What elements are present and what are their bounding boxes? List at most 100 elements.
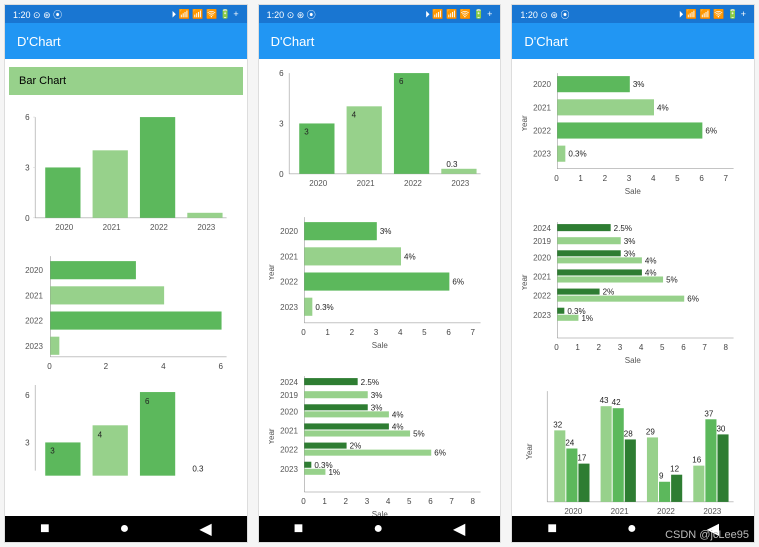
- nav-recent-icon[interactable]: ■: [40, 520, 50, 538]
- svg-text:12: 12: [670, 465, 679, 474]
- svg-text:1: 1: [322, 497, 327, 506]
- svg-text:4: 4: [639, 343, 644, 352]
- svg-text:2022: 2022: [533, 127, 551, 136]
- svg-text:0: 0: [25, 214, 30, 223]
- svg-text:0.3: 0.3: [446, 160, 458, 169]
- svg-text:4%: 4%: [645, 269, 657, 278]
- svg-text:4: 4: [386, 497, 391, 506]
- svg-text:4%: 4%: [657, 103, 669, 112]
- svg-text:2020: 2020: [25, 266, 43, 275]
- svg-text:0.3: 0.3: [192, 465, 204, 474]
- chart-vertical-grouped: 32 24 17 43 42 28 29 9 12 16 37 30 2020 …: [522, 381, 744, 516]
- svg-text:6%: 6%: [452, 278, 464, 287]
- nav-home-icon[interactable]: ●: [373, 520, 383, 538]
- chart-horizontal-grouped: 2.5% 3% 3% 4% 4% 5% 6% 2% 0.3% 1% 2024 2…: [269, 366, 491, 516]
- svg-text:5%: 5%: [666, 276, 678, 285]
- svg-text:3: 3: [279, 119, 284, 128]
- svg-text:3%: 3%: [633, 80, 645, 89]
- chart-vertical-labeled: 0 3 6 3 4 6 0.3 2020 2021 2022 2023: [269, 63, 491, 199]
- chart-vertical-labeled-partial: 6 3 3 4 6 0.3: [15, 385, 237, 476]
- svg-text:2021: 2021: [356, 179, 374, 188]
- svg-text:29: 29: [646, 428, 655, 437]
- svg-text:2023: 2023: [704, 507, 722, 516]
- svg-text:0: 0: [301, 328, 306, 337]
- svg-text:2022: 2022: [657, 507, 675, 516]
- svg-text:28: 28: [624, 430, 633, 439]
- svg-text:0: 0: [279, 170, 284, 179]
- svg-text:6: 6: [25, 113, 30, 122]
- svg-text:16: 16: [693, 456, 702, 465]
- status-bar: 1:20 ⊙ ⊛ ⦿ ⏵ 📶 📶 🛜 🔋 +: [512, 5, 754, 23]
- nav-home-icon[interactable]: ●: [120, 520, 130, 538]
- svg-text:1%: 1%: [328, 468, 340, 477]
- svg-text:6: 6: [145, 397, 150, 406]
- svg-text:5: 5: [407, 497, 412, 506]
- svg-text:42: 42: [612, 398, 621, 407]
- svg-text:4: 4: [398, 328, 403, 337]
- svg-text:6: 6: [700, 174, 705, 183]
- svg-text:2: 2: [104, 362, 109, 371]
- svg-text:2022: 2022: [25, 317, 43, 326]
- svg-text:24: 24: [566, 439, 575, 448]
- svg-text:30: 30: [717, 425, 726, 434]
- svg-text:2022: 2022: [404, 179, 422, 188]
- app-bar: D'Chart: [512, 23, 754, 59]
- svg-text:4: 4: [651, 174, 656, 183]
- svg-text:4: 4: [351, 110, 356, 119]
- chart-horizontal-grouped-2: 2.5% 3% 3% 4% 4% 5% 6% 2% 0.3% 1% 2024 2…: [522, 212, 744, 373]
- svg-text:7: 7: [703, 343, 708, 352]
- svg-text:9: 9: [659, 472, 664, 481]
- svg-text:6: 6: [399, 77, 404, 86]
- phone-screen-2: 1:20 ⊙ ⊛ ⦿ ⏵ 📶 📶 🛜 🔋 + D'Chart 0 3 6 3 4…: [258, 4, 502, 543]
- svg-text:4%: 4%: [392, 423, 404, 432]
- svg-text:Year: Year: [525, 443, 534, 460]
- svg-text:Sale: Sale: [371, 510, 388, 516]
- nav-back-icon[interactable]: ◀: [453, 519, 465, 539]
- svg-text:0.3%: 0.3%: [315, 303, 333, 312]
- svg-text:2022: 2022: [280, 278, 298, 287]
- nav-recent-icon[interactable]: ■: [294, 520, 304, 538]
- svg-text:0: 0: [301, 497, 306, 506]
- svg-text:4: 4: [98, 430, 103, 439]
- phone-screen-3: 1:20 ⊙ ⊛ ⦿ ⏵ 📶 📶 🛜 🔋 + D'Chart 3% 4% 6% …: [511, 4, 755, 543]
- svg-text:4%: 4%: [392, 411, 404, 420]
- svg-text:5: 5: [675, 174, 680, 183]
- svg-text:2019: 2019: [280, 391, 298, 400]
- svg-text:3: 3: [618, 343, 623, 352]
- svg-text:2%: 2%: [603, 288, 615, 297]
- app-bar: D'Chart: [259, 23, 501, 59]
- app-bar: D'Chart: [5, 23, 247, 59]
- svg-text:32: 32: [554, 421, 563, 430]
- svg-text:2020: 2020: [309, 179, 327, 188]
- nav-recent-icon[interactable]: ■: [547, 520, 557, 538]
- chart-horizontal-labeled-pct-2: 3% 4% 6% 0.3% 2020 2021 2022 2023 012 34…: [522, 63, 744, 204]
- chart-vertical-basic: 0 3 6 2020 2021 2022 2023: [15, 107, 237, 238]
- svg-text:5: 5: [660, 343, 665, 352]
- svg-text:37: 37: [705, 410, 714, 419]
- svg-text:6: 6: [25, 391, 30, 400]
- svg-text:2022: 2022: [533, 292, 551, 301]
- svg-text:3%: 3%: [370, 391, 382, 400]
- svg-text:3: 3: [50, 446, 55, 455]
- svg-text:3%: 3%: [380, 227, 392, 236]
- svg-text:2020: 2020: [280, 227, 298, 236]
- svg-text:2020: 2020: [533, 80, 551, 89]
- svg-text:2021: 2021: [280, 252, 298, 261]
- svg-text:2023: 2023: [533, 311, 551, 320]
- svg-text:2020: 2020: [565, 507, 583, 516]
- svg-text:1: 1: [579, 174, 584, 183]
- svg-text:6%: 6%: [706, 127, 718, 136]
- nav-back-icon[interactable]: ◀: [199, 519, 211, 539]
- nav-home-icon[interactable]: ●: [627, 520, 637, 538]
- status-bar: 1:20 ⊙ ⊛ ⦿ ⏵ 📶 📶 🛜 🔋 +: [5, 5, 247, 23]
- svg-text:1: 1: [576, 343, 581, 352]
- svg-text:2: 2: [349, 328, 354, 337]
- svg-text:3: 3: [25, 163, 30, 172]
- svg-text:2%: 2%: [349, 442, 361, 451]
- svg-text:2019: 2019: [533, 237, 551, 246]
- svg-text:2023: 2023: [25, 342, 43, 351]
- svg-text:3: 3: [364, 497, 369, 506]
- svg-text:0.3%: 0.3%: [569, 150, 587, 159]
- svg-text:17: 17: [578, 454, 587, 463]
- watermark: CSDN @jcLee95: [665, 529, 749, 541]
